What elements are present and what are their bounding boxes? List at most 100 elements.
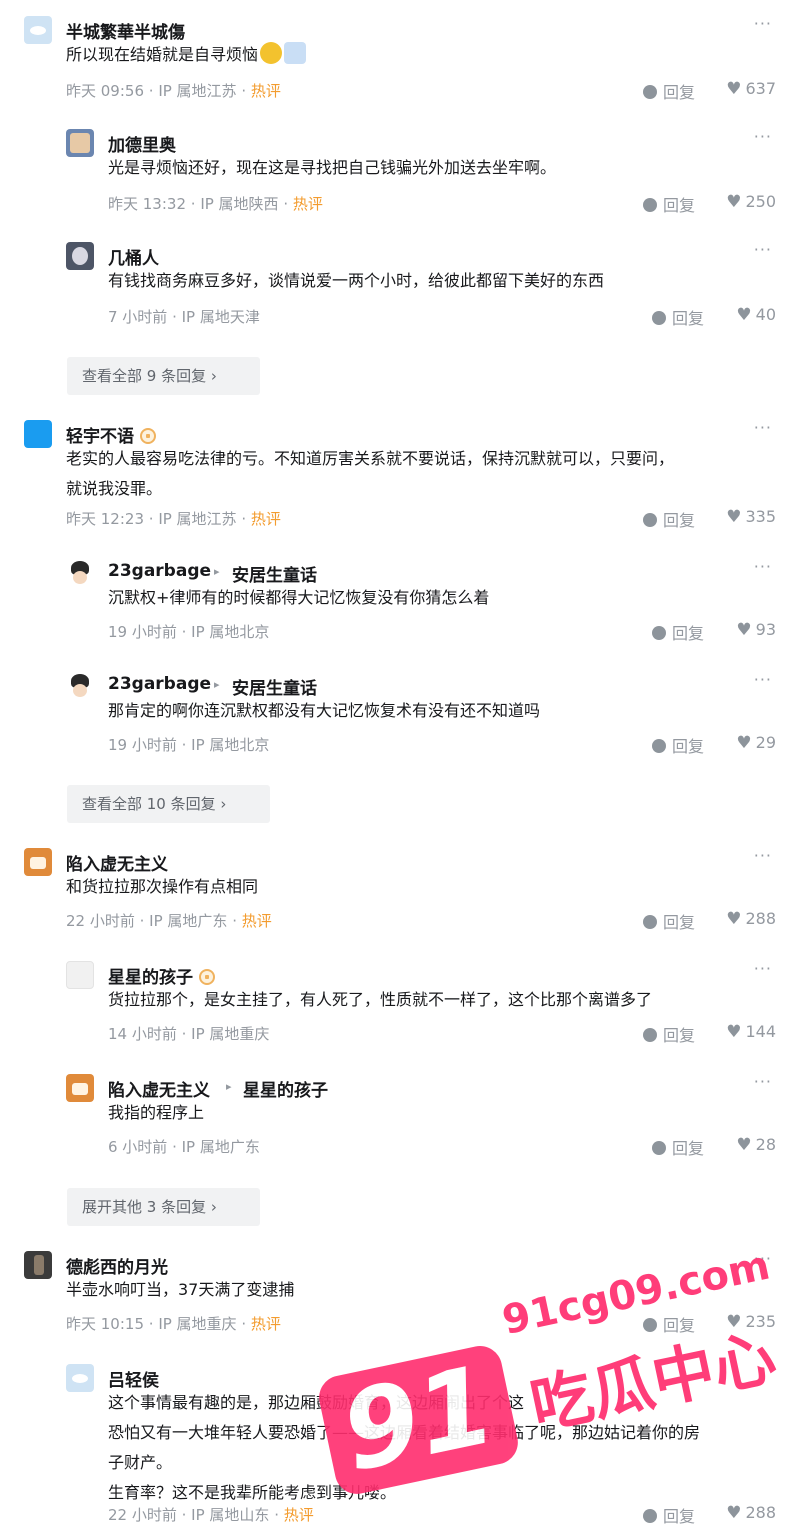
heart-icon: ♥ [726, 1312, 742, 1332]
reply-button[interactable]: 回复 [643, 192, 695, 216]
comment-meta: 14 小时前 · IP 属地重庆 [108, 1025, 270, 1043]
avatar[interactable] [24, 16, 52, 44]
like-button[interactable]: ♥ 29 [736, 733, 776, 753]
reply-icon [652, 311, 666, 325]
sticker-icon [284, 42, 307, 64]
username[interactable]: 23garbage [108, 674, 211, 694]
reply-icon [652, 1141, 666, 1155]
reply-button[interactable]: 回复 [643, 1312, 695, 1336]
comment-text: 有钱找商务麻豆多好，谈情说爱一两个小时，给彼此都留下美好的东西 [108, 271, 605, 290]
heart-icon: ♥ [736, 733, 752, 753]
reply-icon [652, 739, 666, 753]
like-button[interactable]: ♥ 288 [726, 1503, 776, 1523]
heart-icon: ♥ [726, 909, 742, 929]
more-icon[interactable]: ··· [754, 240, 772, 259]
reply-button[interactable]: 回复 [643, 79, 695, 103]
heart-icon: ♥ [726, 192, 742, 212]
reply-to-arrow-icon: ▸ [226, 1080, 232, 1093]
comment-meta: 19 小时前 · IP 属地北京 [108, 736, 270, 754]
reply-button[interactable]: 回复 [652, 1135, 704, 1159]
avatar[interactable] [66, 1364, 94, 1392]
avatar[interactable] [66, 129, 94, 157]
more-icon[interactable]: ··· [754, 670, 772, 689]
avatar[interactable] [66, 1074, 94, 1102]
comment-meta: 6 小时前 · IP 属地广东 [108, 1138, 260, 1156]
more-icon[interactable]: ··· [754, 1249, 772, 1268]
like-button[interactable]: ♥ 144 [726, 1022, 776, 1042]
reply-icon [652, 626, 666, 640]
comment-text: 这个事情最有趣的是，那边厢鼓励婚育，这边厢闹出了个这 恐怕又有一大堆年轻人要恐婚了… [108, 1393, 701, 1502]
reply-button[interactable]: 回复 [652, 733, 704, 757]
view-all-replies-button[interactable]: 查看全部 10 条回复 › [67, 785, 270, 823]
more-icon[interactable]: ··· [754, 1072, 772, 1091]
reply-button[interactable]: 回复 [643, 507, 695, 531]
heart-icon: ♥ [726, 507, 742, 527]
comment-text: 货拉拉那个，是女主挂了，有人死了，性质就不一样了，这个比那个离谱多了 [108, 990, 653, 1009]
avatar[interactable] [24, 848, 52, 876]
reply-icon [643, 1509, 657, 1523]
like-button[interactable]: ♥ 335 [726, 507, 776, 527]
reply-icon [643, 513, 657, 527]
more-icon[interactable]: ··· [754, 127, 772, 146]
more-icon[interactable]: ··· [754, 557, 772, 576]
like-button[interactable]: ♥ 93 [736, 620, 776, 640]
view-all-replies-button[interactable]: 查看全部 9 条回复 › [67, 357, 260, 395]
reply-target-username[interactable]: 星星的孩子 [243, 1076, 328, 1101]
comment-text: 我指的程序上 [108, 1103, 205, 1122]
expand-replies-button[interactable]: 展开其他 3 条回复 › [67, 1188, 260, 1226]
avatar[interactable] [66, 672, 94, 700]
comment-text: 半壶水响叮当，37天满了变逮捕 [66, 1280, 295, 1299]
comment-meta: 昨天 10:15 · IP 属地重庆 · 热评 [66, 1315, 281, 1333]
heart-icon: ♥ [726, 1022, 742, 1042]
comment-meta: 22 小时前 · IP 属地山东 · 热评 [108, 1506, 314, 1524]
heart-icon: ♥ [736, 1135, 752, 1155]
reply-button[interactable]: 回复 [643, 909, 695, 933]
reply-to-arrow-icon: ▸ [214, 678, 220, 691]
avatar[interactable] [66, 559, 94, 587]
like-button[interactable]: ♥ 235 [726, 1312, 776, 1332]
reply-to-arrow-icon: ▸ [214, 565, 220, 578]
emoji-icon [260, 42, 283, 64]
level-badge-icon [199, 969, 215, 985]
more-icon[interactable]: ··· [754, 959, 772, 978]
like-button[interactable]: ♥ 28 [736, 1135, 776, 1155]
username[interactable]: 23garbage [108, 561, 211, 581]
reply-icon [643, 85, 657, 99]
comment-text: 所以现在结婚就是自寻烦恼 [66, 40, 307, 70]
more-icon[interactable]: ··· [754, 14, 772, 33]
reply-icon [643, 198, 657, 212]
heart-icon: ♥ [736, 305, 752, 325]
comment-meta: 昨天 12:23 · IP 属地江苏 · 热评 [66, 510, 281, 528]
reply-button[interactable]: 回复 [652, 620, 704, 644]
more-icon[interactable]: ··· [754, 418, 772, 437]
reply-icon [643, 1318, 657, 1332]
level-badge-icon [140, 428, 156, 444]
avatar[interactable] [24, 420, 52, 448]
like-button[interactable]: ♥ 40 [736, 305, 776, 325]
avatar[interactable] [66, 242, 94, 270]
comment-meta: 22 小时前 · IP 属地广东 · 热评 [66, 912, 272, 930]
comment-text: 和货拉拉那次操作有点相同 [66, 877, 259, 896]
like-button[interactable]: ♥ 250 [726, 192, 776, 212]
reply-button[interactable]: 回复 [652, 305, 704, 329]
comment-text: 老实的人最容易吃法律的亏。不知道厉害关系就不要说话，保持沉默就可以，只要问， 就说… [66, 449, 675, 498]
reply-button[interactable]: 回复 [643, 1022, 695, 1046]
like-button[interactable]: ♥ 637 [726, 79, 776, 99]
heart-icon: ♥ [726, 1503, 742, 1523]
comment-text: 光是寻烦恼还好，现在这是寻找把自己钱骗光外加送去坐牢啊。 [108, 158, 557, 177]
comment-text: 那肯定的啊你连沉默权都没有大记忆恢复术有没有还不知道吗 [108, 701, 541, 720]
avatar[interactable] [66, 961, 94, 989]
reply-icon [643, 915, 657, 929]
comment-meta: 昨天 09:56 · IP 属地江苏 · 热评 [66, 82, 281, 100]
heart-icon: ♥ [736, 620, 752, 640]
reply-button[interactable]: 回复 [643, 1503, 695, 1527]
comment-meta: 昨天 13:32 · IP 属地陕西 · 热评 [108, 195, 323, 213]
reply-icon [643, 1028, 657, 1042]
avatar[interactable] [24, 1251, 52, 1279]
like-button[interactable]: ♥ 288 [726, 909, 776, 929]
comment-meta: 7 小时前 · IP 属地天津 [108, 308, 260, 326]
comment-meta: 19 小时前 · IP 属地北京 [108, 623, 270, 641]
heart-icon: ♥ [726, 79, 742, 99]
more-icon[interactable]: ··· [754, 846, 772, 865]
comment-text: 沉默权+律师有的时候都得大记忆恢复没有你猜怎么着 [108, 588, 490, 607]
